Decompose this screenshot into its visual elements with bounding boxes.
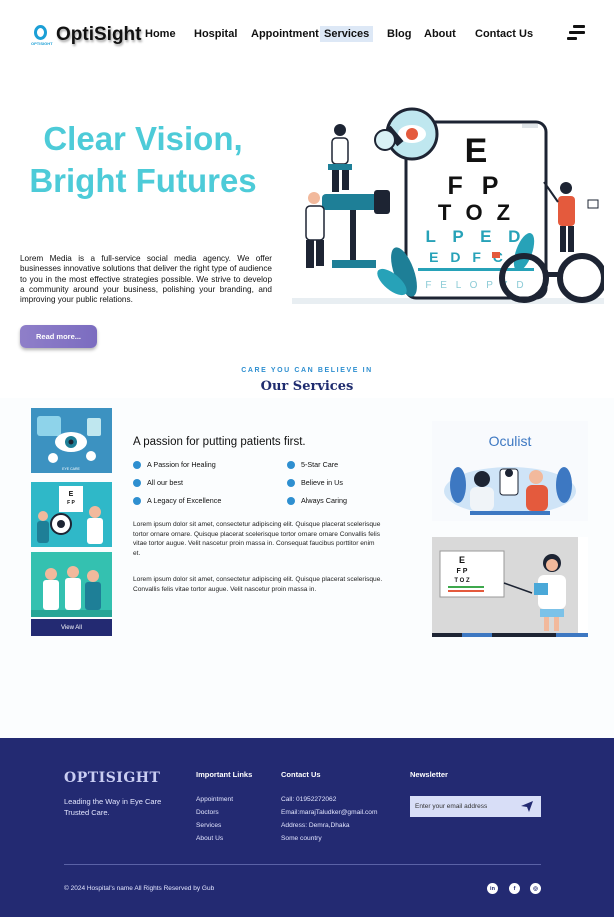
logo-tagline: OPTISIGHT xyxy=(31,41,53,46)
oculist-card[interactable]: Oculist xyxy=(432,421,588,521)
read-more-button[interactable]: Read more... xyxy=(20,325,97,348)
services-paragraph-1: Lorem ipsum dolor sit amet, consectetur … xyxy=(133,521,381,557)
newsletter-email-input[interactable] xyxy=(410,796,515,817)
hero-title-line-2: Bright Futures xyxy=(29,162,257,199)
contact-heading: Contact Us xyxy=(281,770,321,779)
eye-exam-image: E F P xyxy=(31,482,112,547)
eye-test-illustration: E F P T O Z L P E D E D F C F E L O P Z … xyxy=(292,102,604,306)
eye-care-image: EYE CARE xyxy=(31,408,112,473)
service-thumbnail-3[interactable] xyxy=(31,552,112,617)
nav-contact-us[interactable]: Contact Us xyxy=(475,28,533,40)
doctor-chart-row-3: T O Z xyxy=(454,578,470,584)
copyright: © 2024 Hospital's name All Rights Reserv… xyxy=(64,885,215,892)
feature-item: 5-Star Care xyxy=(287,460,338,469)
small-chart-row-2: F P xyxy=(67,500,75,506)
bullet-dot-icon xyxy=(287,496,295,505)
newsletter-heading: Newsletter xyxy=(410,770,448,779)
instagram-icon[interactable]: ◎ xyxy=(530,883,541,894)
chart-row-3: T O Z xyxy=(438,200,514,225)
feature-label: Believe in Us xyxy=(301,478,343,487)
doctor-eye-chart-illustration: E F P T O Z xyxy=(432,537,588,637)
service-thumbnail-1[interactable]: EYE CARE xyxy=(31,408,112,473)
paper-plane-icon xyxy=(521,801,533,812)
send-button[interactable] xyxy=(520,800,534,813)
feature-label: Always Caring xyxy=(301,496,347,505)
chart-row-2: F P xyxy=(448,172,505,200)
contact-country: Some country xyxy=(281,835,322,842)
service-thumbnail-2[interactable]: E F P xyxy=(31,482,112,547)
facebook-icon[interactable]: f xyxy=(509,883,520,894)
feature-item: A Legacy of Excellence xyxy=(133,496,221,505)
doctor-chart-row-1: E xyxy=(459,555,465,565)
contact-email: Email:marajTaludker@gmail.com xyxy=(281,809,378,816)
services-title: Our Services xyxy=(260,379,354,394)
footer: OPTISIGHT Leading the Way in Eye Care Tr… xyxy=(0,738,614,917)
hero-description: Lorem Media is a full-service social med… xyxy=(20,254,272,305)
linkedin-icon[interactable]: in xyxy=(487,883,498,894)
passion-title: A passion for putting patients first. xyxy=(133,436,306,448)
hamburger-menu-icon[interactable] xyxy=(567,24,587,42)
oculist-exam-illustration xyxy=(444,467,576,515)
chart-row-1: E xyxy=(465,132,488,170)
services-eyebrow: CARE YOU CAN BELIEVE IN xyxy=(241,367,373,374)
doctor-chart-row-2: F P xyxy=(457,568,468,575)
top-navigation: OPTISIGHT OptiSight Home Hospital Appoin… xyxy=(0,0,614,72)
feature-item: All our best xyxy=(133,478,183,487)
nav-about[interactable]: About xyxy=(424,28,456,40)
feature-item: A Passion for Healing xyxy=(133,460,216,469)
contact-address: Address: Demra,Dhaka xyxy=(281,822,350,829)
hero-title: Clear Vision, Bright Futures xyxy=(18,118,268,202)
nav-appointment[interactable]: Appointment xyxy=(251,28,319,40)
chart-row-6: F E L O P Z D xyxy=(425,280,526,291)
feature-label: 5-Star Care xyxy=(301,460,339,469)
small-chart-row-1: E xyxy=(69,491,74,498)
footer-tagline: Leading the Way in Eye Care Trusted Care… xyxy=(64,797,162,817)
nav-home[interactable]: Home xyxy=(145,28,176,40)
bullet-dot-icon xyxy=(133,460,141,469)
bullet-dot-icon xyxy=(133,478,141,487)
footer-link-doctors[interactable]: Doctors xyxy=(196,809,219,816)
bullet-dot-icon xyxy=(133,496,141,505)
doctors-team-image xyxy=(31,552,112,617)
bullet-dot-icon xyxy=(287,478,295,487)
nav-services[interactable]: Services xyxy=(320,26,374,42)
nav-hospital[interactable]: Hospital xyxy=(194,28,237,40)
feature-item: Always Caring xyxy=(287,496,347,505)
view-all-button[interactable]: View All xyxy=(31,619,112,636)
feature-item: Believe in Us xyxy=(287,478,343,487)
newsletter-form xyxy=(410,796,541,817)
footer-brand: OPTISIGHT xyxy=(64,770,161,786)
important-links-heading: Important Links xyxy=(196,770,253,779)
logo[interactable]: OPTISIGHT OptiSight xyxy=(31,23,142,47)
footer-link-about-us[interactable]: About Us xyxy=(196,835,223,842)
feature-label: All our best xyxy=(147,478,183,487)
contact-phone: Call: 01952272062 xyxy=(281,796,337,803)
feature-label: A Passion for Healing xyxy=(147,460,216,469)
chart-row-4: L P E D xyxy=(426,227,527,246)
feature-label: A Legacy of Excellence xyxy=(147,496,222,505)
logo-text: OptiSight xyxy=(56,24,142,45)
oculist-title: Oculist xyxy=(488,433,532,449)
services-paragraph-2: Lorem ipsum dolor sit amet, consectetur … xyxy=(133,576,383,593)
eye-drop-logo-icon: OPTISIGHT xyxy=(31,23,53,47)
thumbnail-caption: EYE CARE xyxy=(62,467,80,471)
footer-link-services[interactable]: Services xyxy=(196,822,221,829)
bullet-dot-icon xyxy=(287,460,295,469)
footer-divider xyxy=(64,864,541,865)
hero-title-line-1: Clear Vision, xyxy=(43,120,243,157)
nav-blog[interactable]: Blog xyxy=(387,28,411,40)
doctor-card[interactable]: E F P T O Z xyxy=(432,537,588,637)
footer-link-appointment[interactable]: Appointment xyxy=(196,796,233,803)
